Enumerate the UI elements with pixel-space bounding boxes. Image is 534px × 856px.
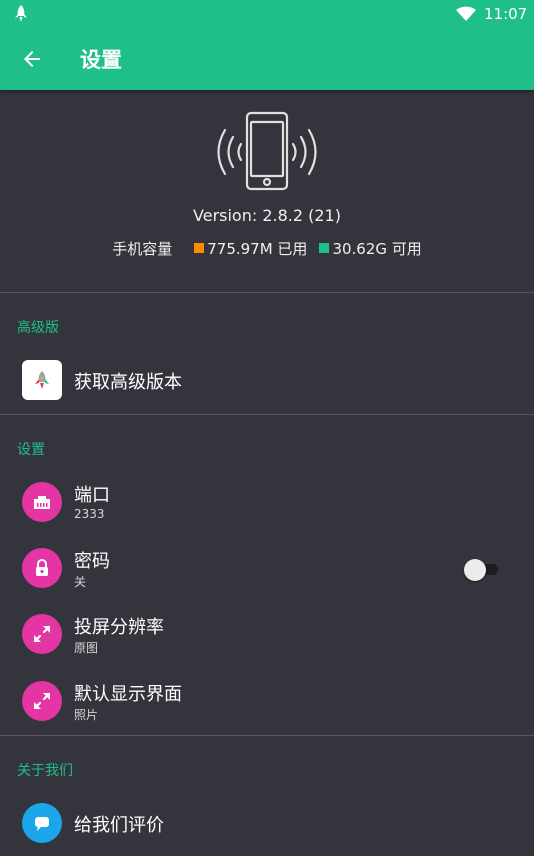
status-bar: 11:07 — [0, 0, 534, 28]
ethernet-port-icon — [22, 482, 62, 522]
storage-label: 手机容量 — [112, 240, 173, 258]
get-premium-item[interactable]: 获取高级版本 — [0, 347, 534, 413]
status-time: 11:07 — [484, 5, 528, 23]
item-title: 给我们评价 — [74, 815, 164, 836]
default-view-setting-item[interactable]: 默认显示界面 照片 — [0, 668, 534, 734]
item-subtitle: 关 — [74, 575, 87, 589]
item-title: 端口 — [74, 485, 110, 506]
storage-used: 775.97M 已用 — [207, 240, 308, 258]
divider — [0, 414, 534, 415]
wifi-icon — [456, 6, 476, 21]
app-bar: 设置 — [0, 28, 534, 90]
divider — [0, 735, 534, 736]
item-subtitle: 2333 — [74, 507, 105, 521]
storage-free: 30.62G 可用 — [332, 240, 422, 258]
version-text: Version: 2.8.2 (21) — [193, 206, 341, 225]
item-title: 获取高级版本 — [74, 372, 182, 393]
phone-vibrate-icon — [217, 111, 317, 191]
divider — [0, 292, 534, 293]
lock-icon — [22, 548, 62, 588]
arrow-back-icon[interactable] — [20, 47, 44, 71]
rocket-icon — [15, 5, 27, 22]
free-legend-square — [319, 243, 330, 253]
port-setting-item[interactable]: 端口 2333 — [0, 469, 534, 535]
item-title: 默认显示界面 — [74, 684, 182, 705]
section-header-premium: 高级版 — [17, 320, 59, 336]
section-header-settings: 设置 — [17, 442, 45, 458]
chat-icon — [22, 803, 62, 843]
section-header-about: 关于我们 — [17, 763, 73, 779]
rate-us-item[interactable]: 给我们评价 — [0, 790, 534, 856]
expand-icon — [22, 681, 62, 721]
rocket-app-icon — [22, 360, 62, 400]
storage-summary: 手机容量 775.97M 已用 30.62G 可用 — [0, 238, 534, 259]
item-subtitle: 原图 — [74, 641, 99, 655]
item-subtitle: 照片 — [74, 708, 99, 722]
password-toggle[interactable] — [462, 558, 500, 581]
toggle-thumb — [464, 559, 486, 581]
password-setting-item[interactable]: 密码 关 — [0, 535, 534, 601]
resolution-setting-item[interactable]: 投屏分辨率 原图 — [0, 601, 534, 667]
item-title: 投屏分辨率 — [74, 617, 164, 638]
expand-icon — [22, 614, 62, 654]
used-legend-square — [194, 243, 205, 253]
device-info-panel: Version: 2.8.2 (21) 手机容量 775.97M 已用 30.62G… — [0, 90, 534, 292]
page-title: 设置 — [80, 48, 122, 72]
item-title: 密码 — [74, 551, 110, 572]
